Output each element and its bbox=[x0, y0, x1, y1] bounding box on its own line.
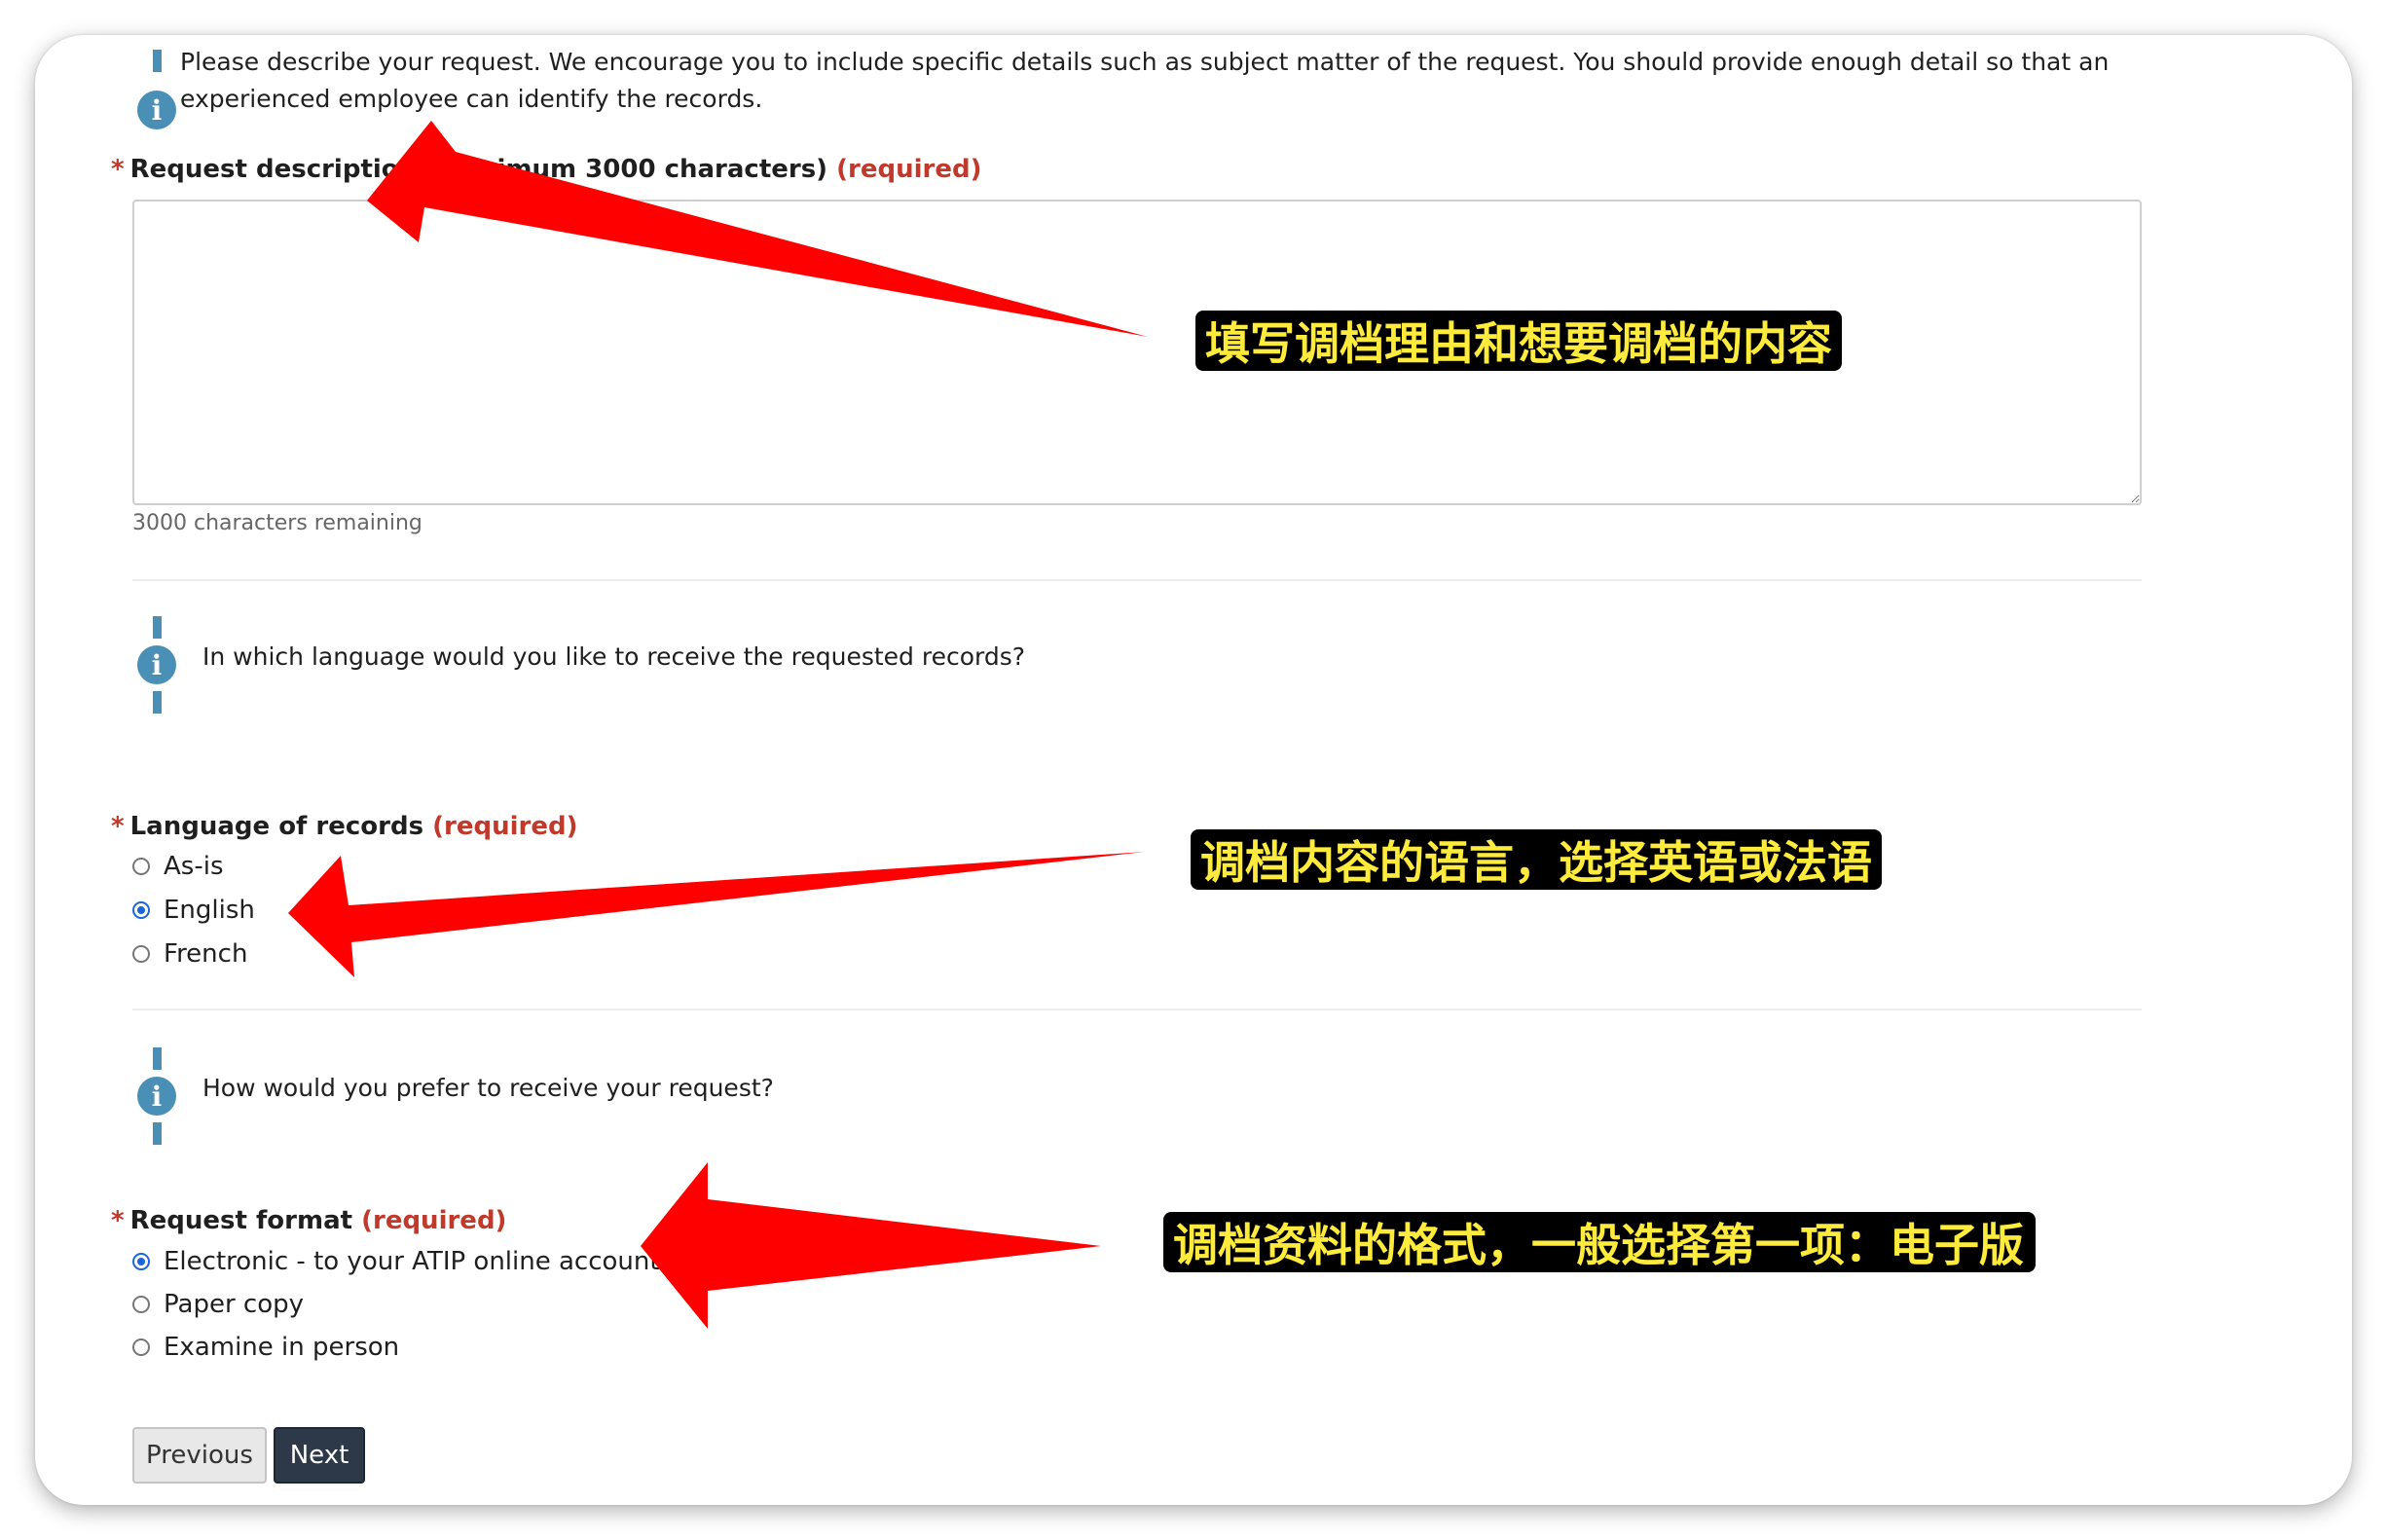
red-arrow-icon bbox=[641, 1162, 1101, 1329]
annotation-description-note: 填写调档理由和想要调档的内容 bbox=[1195, 311, 1842, 371]
form-card: i Please describe your request. We encou… bbox=[35, 35, 2352, 1505]
annotation-arrows bbox=[288, 121, 1148, 1329]
annotation-language-note: 调档内容的语言，选择英语或法语 bbox=[1191, 829, 1882, 890]
annotation-format-note: 调档资料的格式，一般选择第一项：电子版 bbox=[1163, 1212, 2036, 1272]
red-arrow-icon bbox=[367, 121, 1148, 337]
red-arrow-icon bbox=[288, 852, 1145, 977]
